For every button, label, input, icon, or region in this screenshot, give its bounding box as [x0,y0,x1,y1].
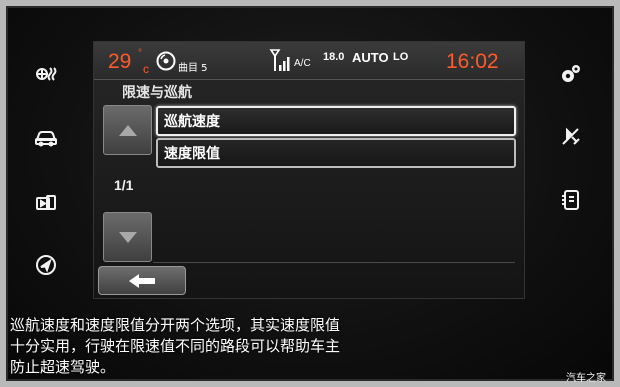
page-indicator: 1/1 [114,177,134,193]
disc-icon [156,51,176,71]
ac-label[interactable]: A/C [294,58,311,69]
media-phone-button[interactable] [31,188,61,218]
temperature-scale: c [143,62,149,76]
temperature-degree: ° [138,48,142,59]
watermark: 汽车之家 [566,373,606,384]
menu-item-label: 速度限值 [164,146,220,162]
caption-line: 巡航速度和速度限值分开两个选项，其实速度限值 [10,316,341,334]
climate-button[interactable] [31,59,61,89]
navigation-icon [36,255,56,275]
fan-level: LO [393,51,409,63]
climate-mode[interactable]: AUTO [352,50,389,65]
menu-item-label: 巡航速度 [164,114,220,130]
scroll-down-button[interactable] [103,212,152,262]
vehicle-button[interactable] [31,122,61,152]
list-divider [153,262,515,263]
apps-icon [562,190,579,210]
page-title: 限速与巡航 [122,85,192,101]
settings-gears-icon [562,65,580,82]
fan-climate-icon [36,67,57,81]
back-arrow-icon [129,273,155,288]
navigation-button[interactable] [31,250,61,280]
connectivity-icon [562,127,580,145]
scroll-up-button[interactable] [103,105,152,155]
car-icon [35,131,57,147]
settings-button[interactable] [556,59,586,89]
track-label: 曲目 5 [178,63,208,74]
temperature-readout[interactable]: 29 [108,50,131,74]
connectivity-button[interactable] [556,122,586,152]
clock: 16:02 [446,50,499,73]
menu-item-cruise-speed[interactable]: 巡航速度 [156,106,516,136]
back-button[interactable] [98,266,186,295]
fan-value: 18.0 [323,51,345,63]
caption-line: 防止超速驾驶。 [10,358,116,376]
arrow-down-icon [118,232,137,243]
menu-item-speed-limit[interactable]: 速度限值 [156,138,516,168]
status-bar: 29 ° c 曲目 5 A/C 18.0 AUTO LO 16:02 [94,42,524,80]
main-screen: 29 ° c 曲目 5 A/C 18.0 AUTO LO 16:02 限速与巡航… [93,41,525,299]
caption-line: 十分实用，行驶在限速值不同的路段可以帮助车主 [10,337,341,355]
phone-media-icon [36,195,56,210]
apps-button[interactable] [556,185,586,215]
caption-text: 巡航速度和速度限值分开两个选项，其实速度限值 十分实用，行驶在限速值不同的路段可… [10,315,440,378]
arrow-up-icon [118,125,137,136]
signal-antenna-icon [269,49,290,71]
